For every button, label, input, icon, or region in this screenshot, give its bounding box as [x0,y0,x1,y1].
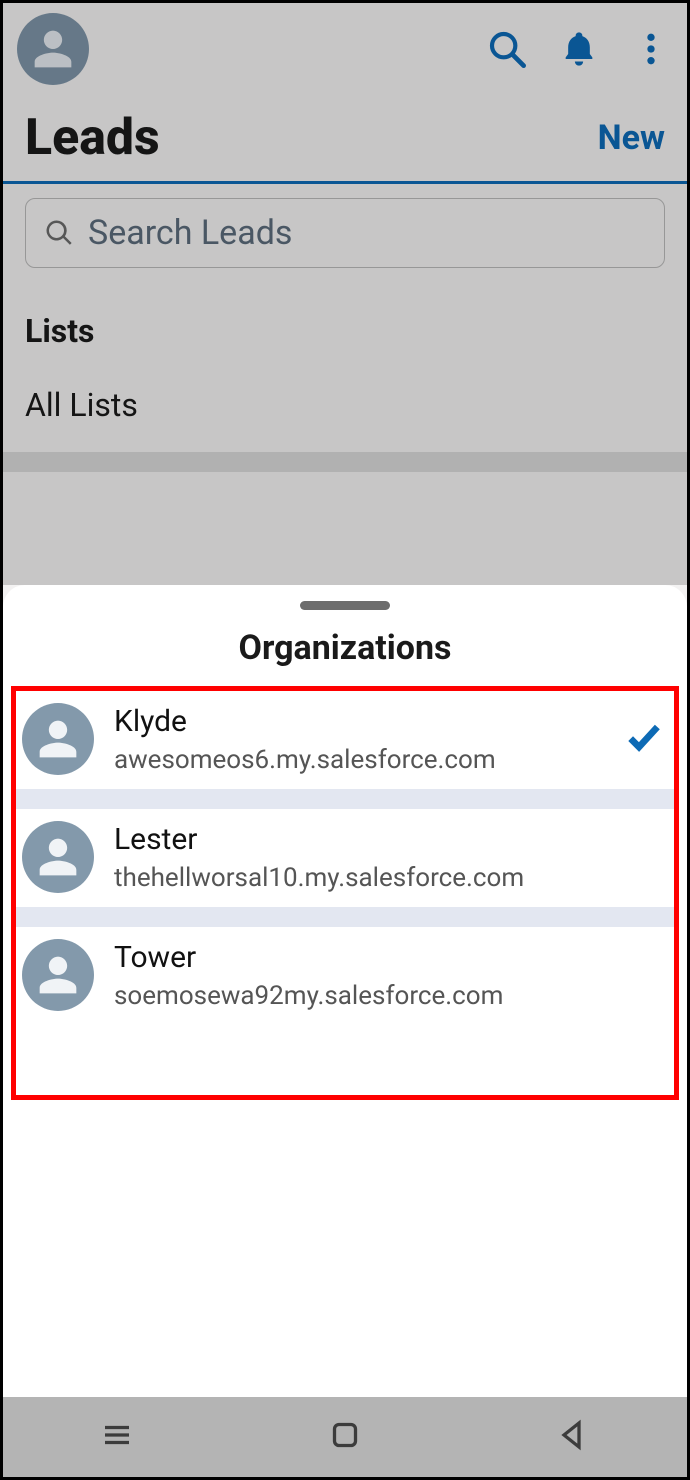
org-row[interactable]: Klyde awesomeos6.my.salesforce.com [16,691,674,789]
org-avatar [22,939,94,1011]
sheet-grabber[interactable] [300,601,390,610]
lists-section-header: Lists [3,282,687,368]
selected-check [624,717,664,761]
home-button[interactable] [327,1417,363,1457]
org-row[interactable]: Tower soemosewa92my.salesforce.com [16,927,674,1025]
more-vert-icon [631,29,671,69]
all-lists-item[interactable]: All Lists [3,368,687,452]
org-row[interactable]: Lester thehellworsal10.my.salesforce.com [16,809,674,907]
sheet-padding [16,1025,674,1095]
org-name: Tower [114,940,664,975]
divider [16,907,674,927]
bell-icon [559,29,599,69]
new-button[interactable]: New [598,118,665,158]
person-icon [36,717,80,761]
search-icon [487,29,527,69]
recent-apps-button[interactable] [99,1417,135,1457]
menu-icon [99,1417,135,1453]
notifications-button[interactable] [557,27,601,71]
search-placeholder: Search Leads [88,213,292,253]
search-input[interactable]: Search Leads [25,198,665,268]
sheet-title: Organizations [3,628,687,686]
page-title: Leads [25,109,160,167]
org-avatar [22,703,94,775]
back-triangle-icon [555,1417,591,1453]
search-button[interactable] [485,27,529,71]
top-bar [3,3,687,91]
check-icon [624,717,664,757]
person-icon [36,835,80,879]
org-domain: thehellworsal10.my.salesforce.com [114,863,664,893]
highlight-annotation: Klyde awesomeos6.my.salesforce.com Leste… [11,686,679,1100]
org-domain: awesomeos6.my.salesforce.com [114,745,616,775]
search-icon [44,218,74,248]
person-icon [36,953,80,997]
title-bar: Leads New [3,91,687,184]
system-nav-bar [3,1397,687,1477]
org-avatar [22,821,94,893]
overflow-menu-button[interactable] [629,27,673,71]
org-name: Klyde [114,704,616,739]
divider [16,789,674,809]
square-icon [327,1417,363,1453]
person-icon [31,27,75,71]
back-button[interactable] [555,1417,591,1457]
org-domain: soemosewa92my.salesforce.com [114,981,664,1011]
profile-avatar[interactable] [17,13,89,85]
organizations-sheet: Organizations Klyde awesomeos6.my.salesf… [3,585,687,1397]
org-name: Lester [114,822,664,857]
divider [3,452,687,472]
